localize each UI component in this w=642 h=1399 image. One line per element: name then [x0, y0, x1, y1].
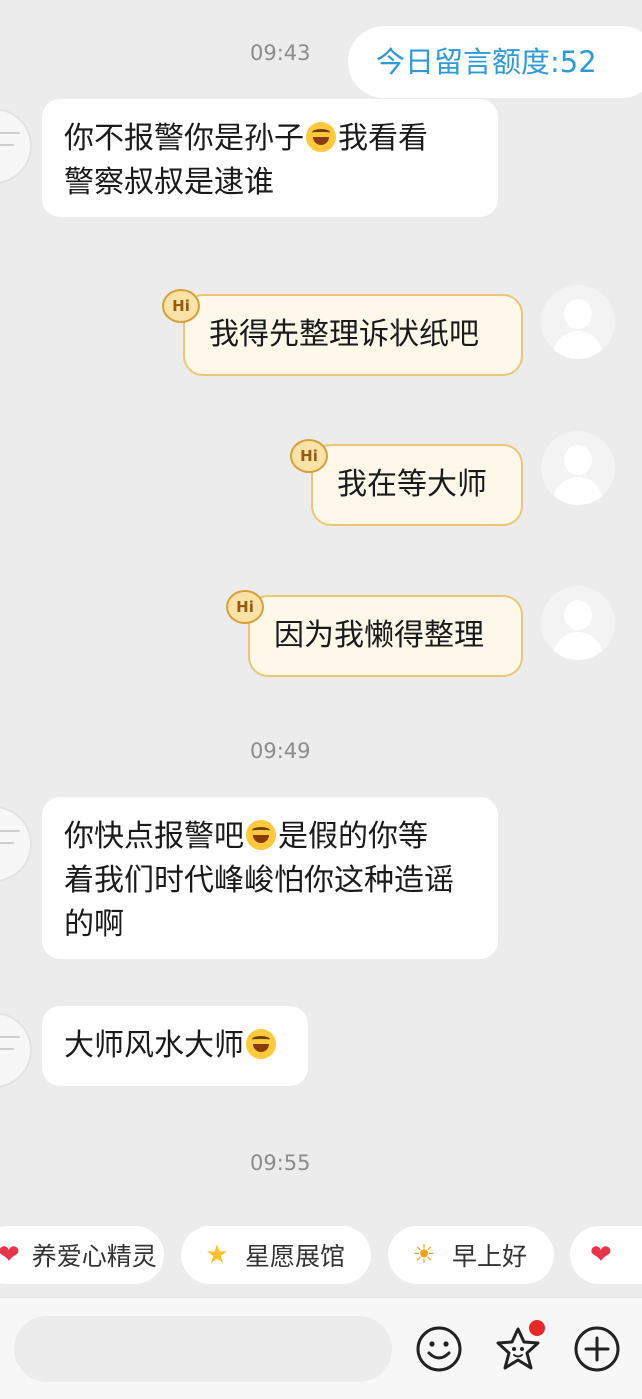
- message-text: 我在等大师: [337, 467, 487, 502]
- incoming-message-bubble[interactable]: 你快点报警吧 是假的你等 着我们时代峰峻怕你这种造谣 的啊: [42, 797, 498, 959]
- message-text: 着我们时代峰峻怕你这种造谣: [64, 863, 454, 898]
- message-text: 的啊: [64, 907, 124, 942]
- quick-chip-love-sprite[interactable]: ❤ 养爱心精灵: [0, 1226, 164, 1284]
- add-icon[interactable]: [572, 1324, 622, 1374]
- incoming-message-bubble[interactable]: 你不报警你是孙子 我看看 警察叔叔是逮谁: [42, 99, 498, 217]
- notification-dot: [529, 1320, 545, 1336]
- hi-badge-icon: Hi: [290, 439, 328, 473]
- hi-badge-icon: Hi: [226, 590, 264, 624]
- outgoing-message-bubble[interactable]: 因为我懒得整理: [248, 595, 523, 677]
- laughing-emoji-icon: [306, 122, 336, 152]
- message-text: 因为我懒得整理: [274, 618, 484, 653]
- quick-chip-good-morning[interactable]: ☀ 早上好: [388, 1226, 554, 1284]
- sender-avatar[interactable]: [0, 806, 32, 882]
- emoji-icon[interactable]: [414, 1324, 464, 1374]
- hi-badge-icon: Hi: [162, 289, 200, 323]
- heart-icon: ❤: [590, 1240, 612, 1270]
- laughing-emoji-icon: [246, 1029, 276, 1059]
- chip-label: 早上好: [452, 1242, 528, 1271]
- message-text: 大师风水大师: [64, 1028, 244, 1063]
- message-text: 你快点报警吧: [64, 819, 244, 854]
- chip-label: 养爱心精灵: [31, 1242, 157, 1271]
- outgoing-message-bubble[interactable]: 我在等大师: [311, 444, 523, 526]
- heart-icon: ❤: [0, 1240, 20, 1270]
- star-face-icon: ★: [205, 1240, 229, 1270]
- message-text: 警察叔叔是逮谁: [64, 165, 274, 200]
- timestamp: 09:49: [250, 739, 311, 763]
- message-text: 我得先整理诉状纸吧: [209, 317, 479, 352]
- laughing-emoji-icon: [246, 820, 276, 850]
- message-text: 是假的你等: [278, 819, 428, 854]
- timestamp: 09:55: [250, 1151, 311, 1175]
- message-quota-label: 今日留言额度:52: [376, 45, 597, 79]
- incoming-message-bubble[interactable]: 大师风水大师: [42, 1006, 308, 1086]
- quick-chip-star-gallery[interactable]: ★ 星愿展馆: [181, 1226, 371, 1284]
- star-sprite-button[interactable]: [493, 1320, 545, 1374]
- quick-chip-heart[interactable]: ❤: [570, 1226, 642, 1284]
- chip-label: 星愿展馆: [245, 1242, 346, 1271]
- message-text: 你不报警你是孙子: [64, 121, 304, 156]
- user-avatar[interactable]: [541, 431, 615, 505]
- outgoing-message-bubble[interactable]: 我得先整理诉状纸吧: [183, 294, 523, 376]
- message-input-bar: [0, 1297, 642, 1399]
- timestamp: 09:43: [250, 41, 311, 65]
- message-text: 我看看: [338, 121, 428, 156]
- message-input[interactable]: [14, 1316, 392, 1382]
- sun-face-icon: ☀: [412, 1240, 436, 1270]
- user-avatar[interactable]: [541, 285, 615, 359]
- sender-avatar[interactable]: [0, 108, 32, 184]
- user-avatar[interactable]: [541, 586, 615, 660]
- message-quota-badge: 今日留言额度:52: [348, 26, 642, 98]
- sender-avatar[interactable]: [0, 1012, 32, 1088]
